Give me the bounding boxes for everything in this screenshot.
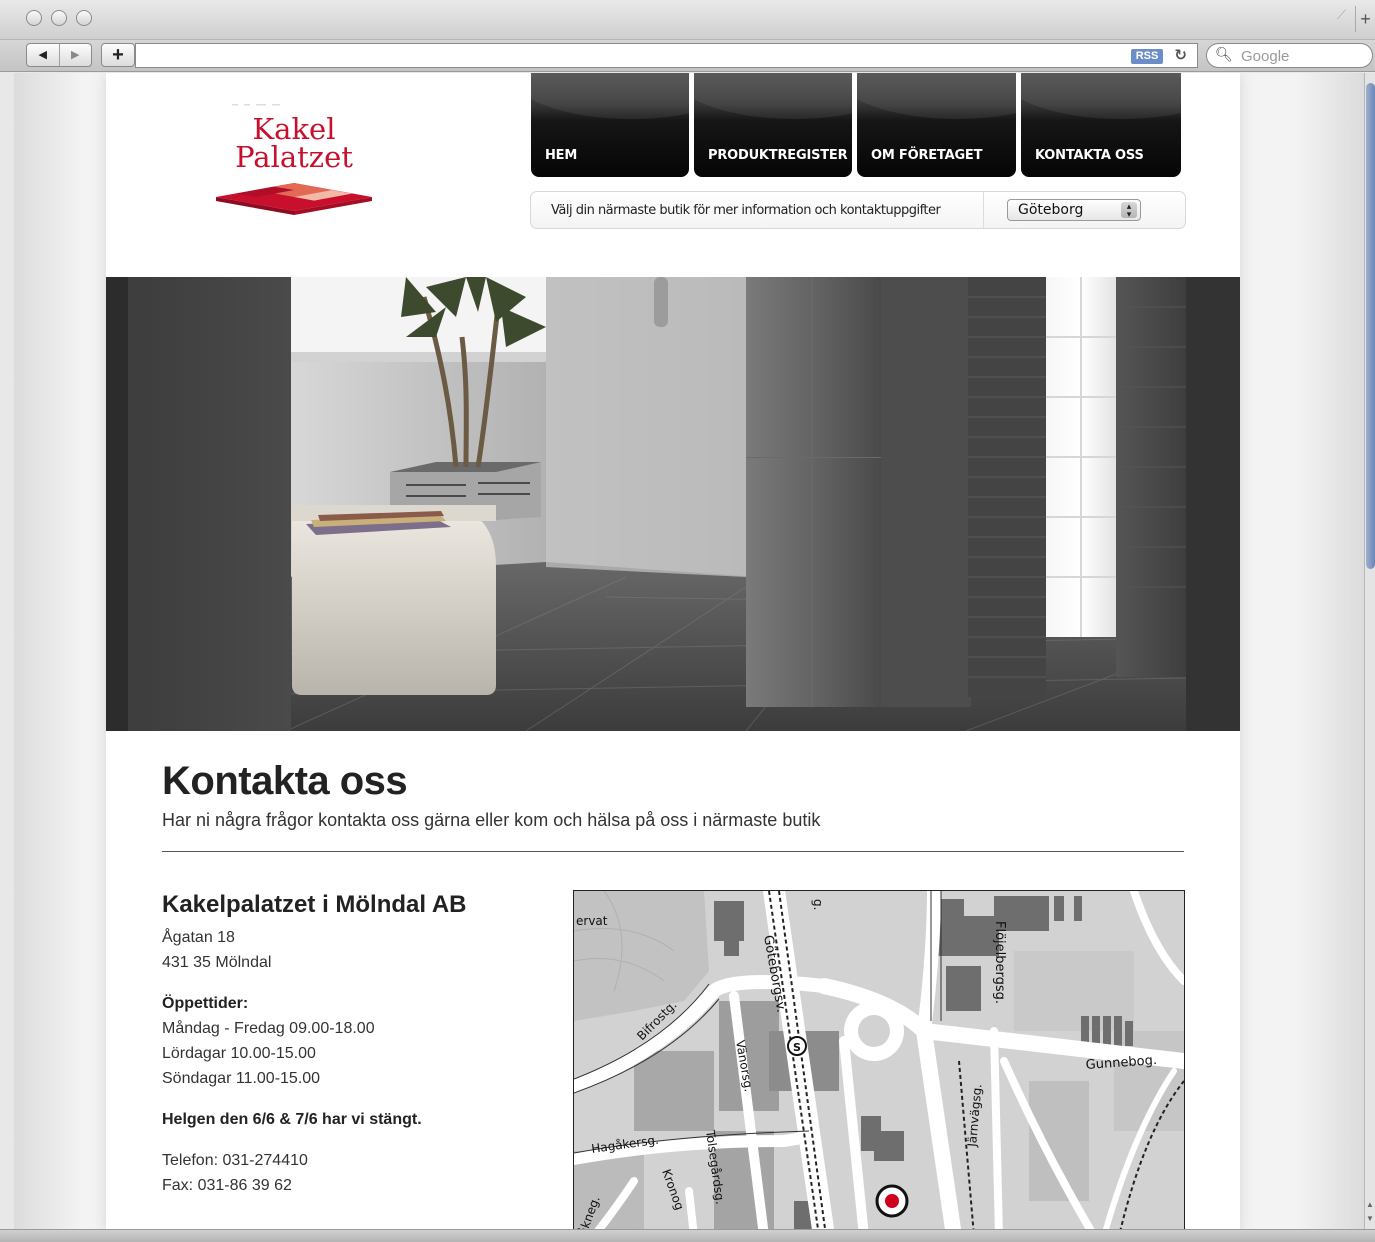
page-title: Kontakta oss [162, 759, 408, 803]
site-logo[interactable]: Kakel Palatzet [214, 103, 374, 223]
map-label: Flöjelbergsg. [992, 921, 1007, 1004]
phone-number[interactable]: Telefon: 031-274410 [162, 1148, 542, 1173]
reload-button[interactable]: ↻ [1174, 46, 1187, 64]
hours-title: Öppettider: [162, 995, 249, 1012]
nav-tab-label: KONTAKTA OSS [1035, 148, 1144, 163]
logo-dots [232, 104, 280, 106]
nav-tab-label: PRODUKTREGISTER [708, 148, 848, 163]
add-bookmark-button[interactable]: + [101, 43, 135, 67]
address-city: 431 35 Mölndal [162, 954, 272, 971]
new-tab-button[interactable]: + [1355, 6, 1375, 32]
hero-image [106, 277, 1240, 731]
search-icon: 🔍︎ [1215, 47, 1233, 63]
bathroom-interior-image [106, 277, 1240, 731]
closed-notice: Helgen den 6/6 & 7/6 har vi stängt. [162, 1111, 422, 1128]
company-name: Kakelpalatzet i Mölndal AB [162, 891, 467, 918]
resize-icon[interactable]: ⟋ [1337, 9, 1351, 23]
store-select-value: Göteborg [1018, 202, 1084, 218]
nav-tab-label: OM FÖRETAGET [871, 148, 983, 163]
scrollbar-thumb[interactable] [1366, 83, 1375, 569]
search-placeholder: Google [1241, 48, 1290, 65]
reload-icon: ↻ [1174, 46, 1187, 64]
logo-tiles-icon [216, 183, 372, 215]
store-selector-divider [983, 192, 984, 228]
select-arrows-icon: ▴ ▾ [1121, 202, 1137, 219]
hours-weekdays: Måndag - Fredag 09.00-18.00 [162, 1020, 375, 1037]
nav-tab-produktregister[interactable]: PRODUKTREGISTER [694, 73, 852, 177]
forward-button[interactable]: ▶ [58, 44, 92, 66]
vertical-scrollbar[interactable]: ▲ ▼ [1364, 73, 1375, 1229]
address-field[interactable]: RSS ↻ [135, 43, 1198, 68]
zoom-window-button[interactable] [76, 10, 92, 26]
scroll-up-icon[interactable]: ▲ [1366, 1200, 1374, 1209]
divider [162, 851, 1184, 852]
street-map: S ervat g. Göteborgsv. Flöjelbergsg. Bif… [574, 891, 1184, 1229]
rss-button[interactable]: RSS [1131, 49, 1163, 64]
page-container: Kakel Palatzet HEM PRODUKTREGISTER OM FÖ… [106, 73, 1240, 1229]
status-bar [0, 1229, 1375, 1242]
station-icon: S [793, 1041, 801, 1054]
nav-tab-kontakta-oss[interactable]: KONTAKTA OSS [1021, 73, 1181, 177]
nav-tab-om-foretaget[interactable]: OM FÖRETAGET [857, 73, 1016, 177]
map-label: ervat [576, 914, 608, 928]
hours-saturday: Lördagar 10.00-15.00 [162, 1045, 316, 1062]
browser-toolbar: ◀ ▶ + RSS ↻ 🔍︎ Google [0, 40, 1375, 72]
fax-number: Fax: 031-86 39 62 [162, 1177, 292, 1194]
search-field[interactable]: 🔍︎ Google [1206, 43, 1373, 68]
close-window-button[interactable] [26, 10, 42, 26]
store-selector-prompt: Välj din närmaste butik för mer informat… [551, 203, 941, 218]
location-map[interactable]: S ervat g. Göteborgsv. Flöjelbergsg. Bif… [573, 890, 1185, 1229]
window-titlebar: ⟋ + [0, 0, 1375, 40]
back-button[interactable]: ◀ [27, 44, 59, 66]
history-buttons: ◀ ▶ [26, 43, 92, 67]
page-viewport: Kakel Palatzet HEM PRODUKTREGISTER OM FÖ… [14, 73, 1364, 1229]
main-navigation: HEM PRODUKTREGISTER OM FÖRETAGET KONTAKT… [531, 73, 1187, 177]
store-selector-bar: Välj din närmaste butik för mer informat… [530, 191, 1186, 229]
map-label: g. [811, 899, 825, 910]
store-select[interactable]: Göteborg ▴ ▾ [1007, 199, 1141, 221]
minimize-window-button[interactable] [51, 10, 67, 26]
page-lead: Har ni några frågor kontakta oss gärna e… [162, 810, 821, 830]
scroll-down-icon[interactable]: ▼ [1366, 1214, 1374, 1223]
nav-tab-hem[interactable]: HEM [531, 73, 689, 177]
nav-tab-label: HEM [545, 148, 578, 163]
logo-text-line2: Palatzet [235, 140, 353, 174]
contact-info: Kakelpalatzet i Mölndal AB Ågatan 18 431… [162, 891, 542, 1198]
address-street: Ågatan 18 [162, 929, 235, 946]
hours-sunday: Söndagar 11.00-15.00 [162, 1070, 321, 1087]
